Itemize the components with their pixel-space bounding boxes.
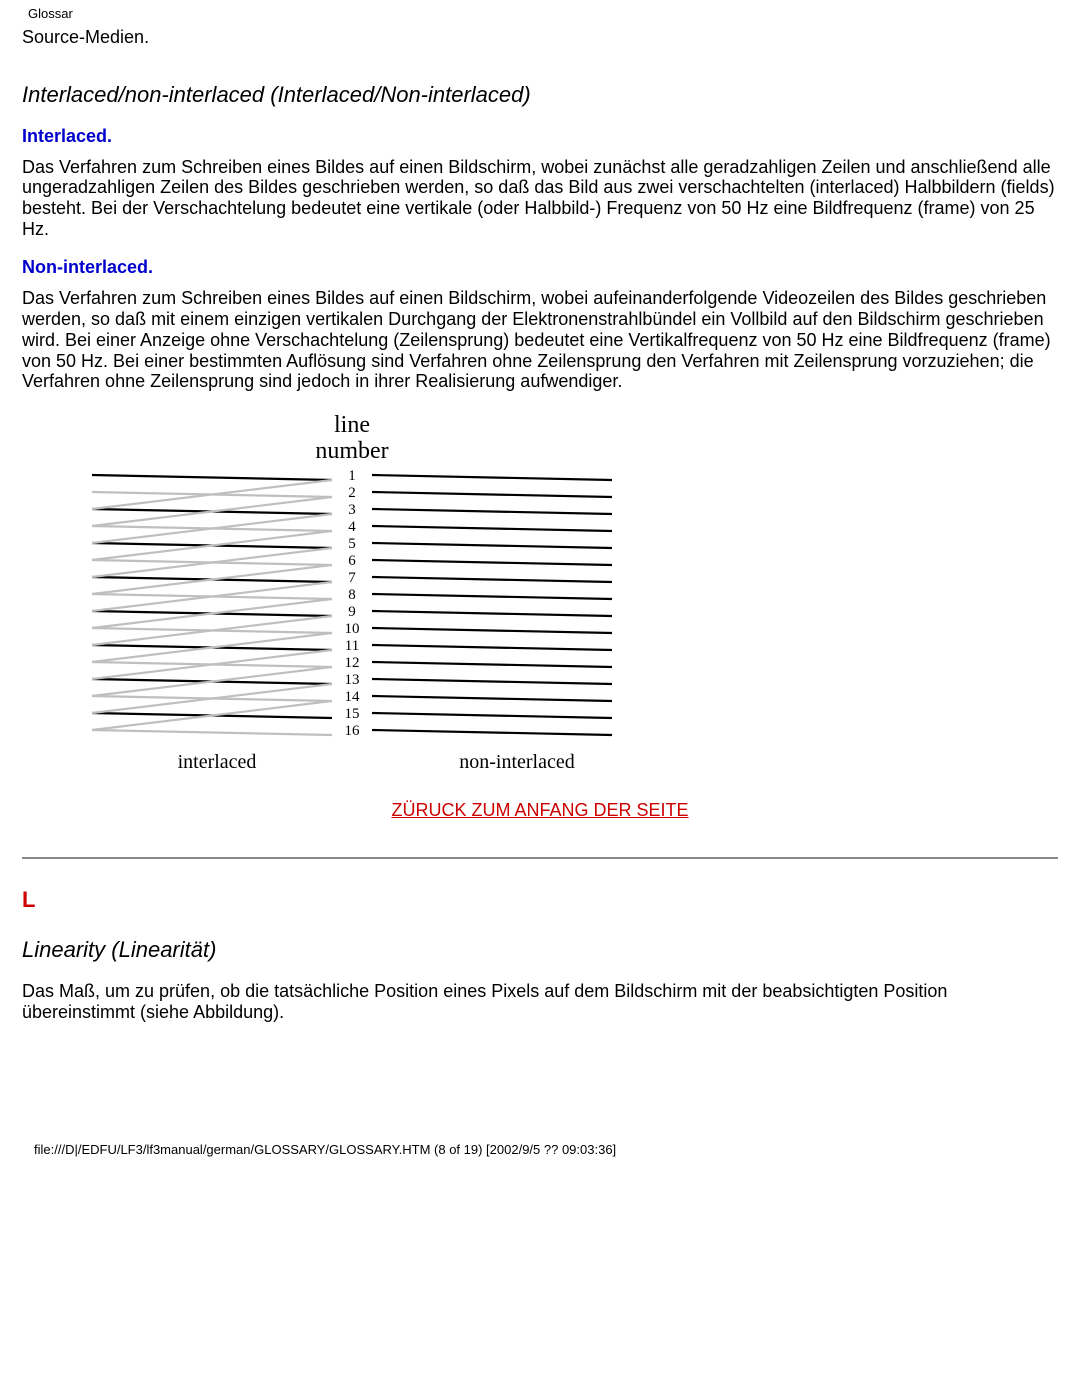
figure-line-number: 4 [348, 519, 356, 535]
figure-caption-right: non-interlaced [459, 751, 575, 773]
entry-title-interlaced: Interlaced/non-interlaced (Interlaced/No… [22, 82, 1058, 108]
figure-caption-left: interlaced [178, 751, 257, 773]
figure-line-number: 5 [348, 536, 356, 552]
figure-line-number: 12 [345, 655, 360, 671]
figure-line-number: 16 [345, 723, 361, 739]
figure-line-number: 14 [345, 689, 361, 705]
intro-fragment: Source-Medien. [22, 27, 1058, 48]
figure-heading-line: line [334, 412, 370, 438]
figure-line-number: 8 [348, 587, 356, 603]
para-interlaced: Das Verfahren zum Schreiben eines Bildes… [22, 157, 1058, 240]
figure-line-number: 15 [345, 706, 360, 722]
entry-title-linearity: Linearity (Linearität) [22, 937, 1058, 963]
figure-line-number: 11 [345, 638, 359, 654]
section-divider [22, 857, 1058, 859]
back-to-top-link[interactable]: ZÜRUCK ZUM ANFANG DER SEITE [391, 800, 688, 820]
para-linearity: Das Maß, um zu prüfen, ob die tatsächlic… [22, 981, 1058, 1022]
figure-line-number: 9 [348, 604, 356, 620]
section-letter: L [22, 887, 1058, 913]
figure-line-number: 1 [348, 468, 356, 484]
page-footer: file:///D|/EDFU/LF3/lf3manual/german/GLO… [22, 1142, 1058, 1157]
figure-line-number: 6 [348, 553, 356, 569]
figure-line-number: 10 [345, 621, 360, 637]
interlaced-figure: .ftxt { font-family: Georgia, 'Times New… [72, 410, 632, 780]
page-corner-label: Glossar [28, 6, 1058, 21]
figure-line-number: 13 [345, 672, 360, 688]
subhead-interlaced: Interlaced. [22, 126, 1058, 147]
para-noninterlaced: Das Verfahren zum Schreiben eines Bildes… [22, 288, 1058, 391]
subhead-noninterlaced: Non-interlaced. [22, 257, 1058, 278]
figure-line-number: 7 [348, 570, 356, 586]
figure-heading-number: number [315, 438, 388, 464]
figure-line-number: 2 [348, 485, 356, 501]
figure-line-number: 3 [348, 502, 356, 518]
